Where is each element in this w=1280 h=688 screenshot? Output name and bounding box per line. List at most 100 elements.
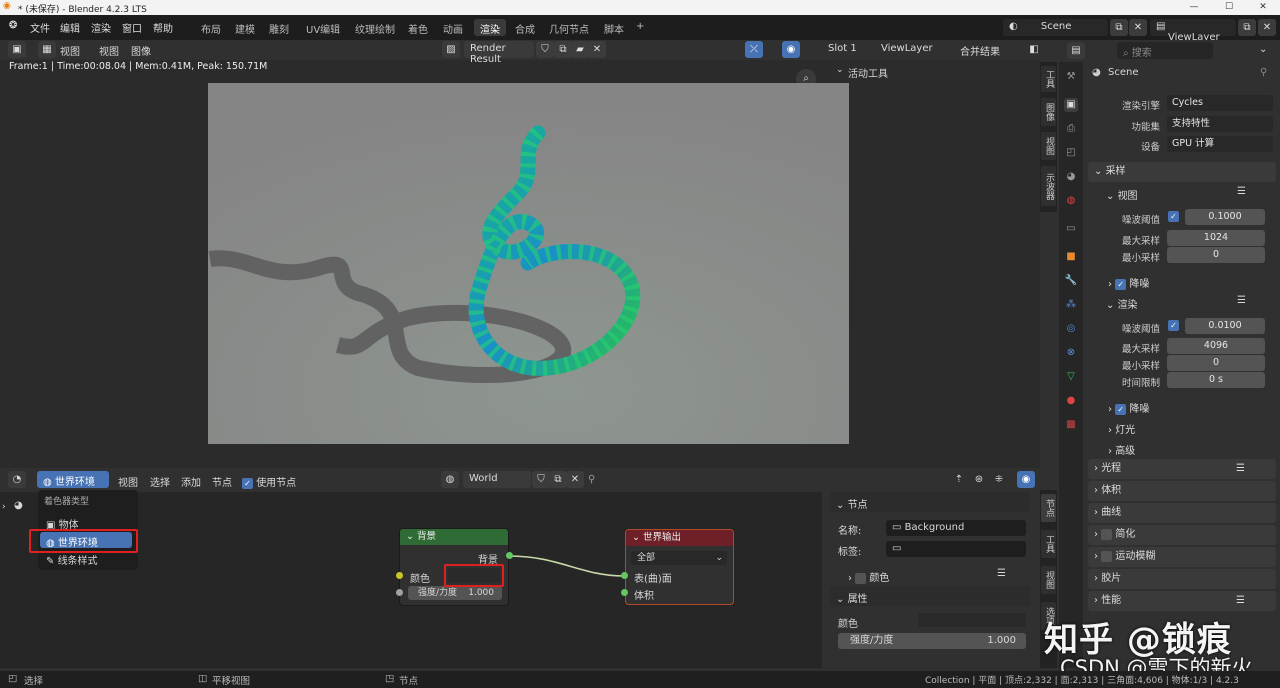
section-sampling[interactable]: ⌄ 采样 <box>1088 162 1276 182</box>
tab-layout[interactable]: 布局 <box>195 19 227 36</box>
checkbox-icon[interactable] <box>855 572 867 584</box>
open-folder-icon[interactable]: ▰ <box>571 41 589 58</box>
tab-scripting[interactable]: 脚本 <box>598 19 630 36</box>
view-mode-icon[interactable]: ▦ <box>38 41 56 58</box>
chevron-down-icon[interactable]: ⌄ <box>1259 44 1267 55</box>
delete-viewlayer-icon[interactable]: ✕ <box>1258 19 1276 36</box>
object-icon[interactable]: ■ <box>1064 250 1078 264</box>
tab-geometry-nodes[interactable]: 几何节点 <box>543 19 595 36</box>
vp-noise-checkbox[interactable]: ✓ <box>1168 211 1179 223</box>
target-select[interactable]: 全部 ⌄ <box>631 551 727 565</box>
new-image-icon[interactable]: ⧉ <box>554 41 572 58</box>
presets-list-icon[interactable]: ☰ <box>997 568 1006 579</box>
properties-section-header[interactable]: ⌄ 属性 <box>830 586 1030 606</box>
section-motion-blur[interactable]: › 运动模糊 <box>1088 547 1276 567</box>
collection-icon[interactable]: ▭ <box>1064 222 1078 236</box>
volume-input-socket[interactable] <box>621 589 628 596</box>
presets-list-icon[interactable]: ☰ <box>1236 591 1245 611</box>
r-min-samples[interactable]: 0 <box>1167 355 1265 371</box>
render-engine-select[interactable]: Cycles <box>1167 95 1273 111</box>
strength-field[interactable]: 强度/力度 1.000 <box>408 586 502 600</box>
physics-icon[interactable]: ◎ <box>1064 322 1078 336</box>
pass-selector[interactable]: 合并结果 <box>954 41 1020 58</box>
vp-noise-value[interactable]: 0.1000 <box>1185 209 1265 225</box>
pin-icon[interactable]: ⚲ <box>1260 67 1267 78</box>
world-output-node[interactable]: ⌄ 世界输出 全部 ⌄ 表(曲)面 体积 <box>625 529 734 605</box>
layer-selector[interactable]: ViewLayer <box>875 41 952 58</box>
material-icon[interactable]: ● <box>1064 394 1078 408</box>
color-subsection[interactable]: › 颜色 <box>848 569 889 584</box>
menu-image[interactable]: 图像 <box>131 43 151 58</box>
presets-list-icon[interactable]: ☰ <box>1236 459 1245 479</box>
feature-set-select[interactable]: 支持特性 <box>1167 116 1273 132</box>
view-layer-icon[interactable]: ◰ <box>1064 146 1078 160</box>
time-limit-value[interactable]: 0 s <box>1167 372 1265 388</box>
section-volumes[interactable]: › 体积 <box>1088 481 1276 501</box>
active-tool-panel[interactable]: ⌄ 活动工具 <box>830 62 1038 80</box>
tool-icon[interactable]: ⚒ <box>1064 70 1078 84</box>
menu-window[interactable]: 窗口 <box>122 20 142 35</box>
subsection-viewport[interactable]: ⌄ 视图 <box>1106 187 1138 202</box>
tab-compositing[interactable]: 合成 <box>509 19 541 36</box>
display-channels-icon[interactable]: ◧ <box>1025 41 1043 58</box>
tab-uv-editing[interactable]: UV编辑 <box>300 19 346 36</box>
menu-render[interactable]: 渲染 <box>91 20 111 35</box>
new-scene-icon[interactable]: ⧉ <box>1110 19 1128 36</box>
overlay-icon[interactable]: ◉ <box>782 41 800 58</box>
fake-user-shield-icon[interactable]: ⛉ <box>536 41 554 58</box>
r-max-samples[interactable]: 4096 <box>1167 338 1265 354</box>
node-name-field[interactable]: ▭ Background <box>886 520 1026 536</box>
menu-file[interactable]: 文件 <box>30 20 50 35</box>
prop-color-swatch[interactable] <box>918 613 1026 627</box>
new-viewlayer-icon[interactable]: ⧉ <box>1238 19 1256 36</box>
editor-type-icon[interactable]: ▣ <box>8 41 26 58</box>
sample-tool-icon[interactable]: ⤫ <box>745 41 763 58</box>
subsection-advanced[interactable]: › 高级 <box>1108 442 1135 457</box>
section-performance[interactable]: › 性能 ☰ <box>1088 591 1276 611</box>
tab-tool[interactable]: 工具 <box>1041 530 1056 558</box>
particles-icon[interactable]: ⁂ <box>1064 298 1078 312</box>
menu-view[interactable]: 视图 <box>60 43 80 58</box>
tab-scopes[interactable]: 示波器 <box>1041 166 1056 206</box>
checkbox-icon[interactable] <box>1101 528 1113 540</box>
node-label-field[interactable]: ▭ <box>886 541 1026 557</box>
tab-image[interactable]: 图像 <box>1041 98 1056 126</box>
prop-strength-field[interactable]: 强度/力度 1.000 <box>838 633 1026 649</box>
color-input-socket[interactable] <box>396 572 403 579</box>
tab-animation[interactable]: 动画 <box>437 19 469 36</box>
vp-min-samples[interactable]: 0 <box>1167 247 1265 263</box>
modifier-wrench-icon[interactable]: 🔧 <box>1064 274 1078 288</box>
section-simplify[interactable]: › 简化 <box>1088 525 1276 545</box>
check-icon[interactable]: ✓ <box>1115 278 1127 290</box>
presets-list-icon[interactable]: ☰ <box>1237 295 1246 306</box>
render-icon[interactable]: ▣ <box>1064 98 1078 112</box>
subsection-render[interactable]: ⌄ 渲染 <box>1106 296 1138 311</box>
properties-editor-icon[interactable]: ▤ <box>1067 42 1085 59</box>
r-noise-checkbox[interactable]: ✓ <box>1168 320 1179 332</box>
section-curves[interactable]: › 曲线 <box>1088 503 1276 523</box>
maximize-button[interactable]: ☐ <box>1212 0 1246 15</box>
checkbox-icon[interactable] <box>1101 550 1113 562</box>
tab-texture-paint[interactable]: 纹理绘制 <box>349 19 401 36</box>
vp-denoise-row[interactable]: › ✓ 降噪 <box>1108 275 1149 290</box>
section-light-paths[interactable]: › 光程 ☰ <box>1088 459 1276 479</box>
viewlayer-selector[interactable]: ▤ ViewLayer <box>1150 19 1236 43</box>
output-icon[interactable]: ⎙ <box>1064 122 1078 136</box>
image-browse-icon[interactable]: ▨ <box>442 41 460 58</box>
tab-tool[interactable]: 工具 <box>1041 66 1056 92</box>
tab-rendering[interactable]: 渲染 <box>474 19 506 36</box>
unlink-image-icon[interactable]: ✕ <box>588 41 606 58</box>
scene-selector[interactable]: ◐ Scene <box>1003 19 1108 36</box>
subsection-lights[interactable]: › 灯光 <box>1108 421 1135 436</box>
r-noise-value[interactable]: 0.0100 <box>1185 318 1265 334</box>
texture-icon[interactable]: ▩ <box>1064 418 1078 432</box>
presets-list-icon[interactable]: ☰ <box>1237 186 1246 197</box>
tab-node[interactable]: 节点 <box>1041 494 1056 522</box>
minimize-button[interactable]: — <box>1177 0 1211 15</box>
delete-scene-icon[interactable]: ✕ <box>1129 19 1147 36</box>
tab-view[interactable]: 视图 <box>1041 132 1056 160</box>
scene-icon[interactable]: ◕ <box>1064 170 1078 184</box>
menu-help[interactable]: 帮助 <box>153 20 173 35</box>
properties-search-input[interactable]: ⌕ 搜索 <box>1117 42 1213 59</box>
device-select[interactable]: GPU 计算 <box>1167 136 1273 152</box>
